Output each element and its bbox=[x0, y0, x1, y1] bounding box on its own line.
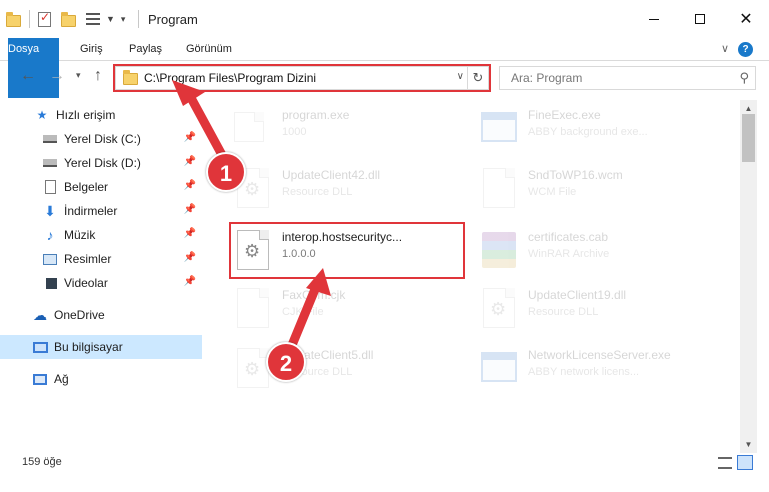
step-badge-2: 2 bbox=[266, 342, 306, 382]
arrow-2 bbox=[285, 268, 331, 355]
annotation-arrows bbox=[172, 80, 331, 355]
step-badge-1: 1 bbox=[206, 152, 246, 192]
